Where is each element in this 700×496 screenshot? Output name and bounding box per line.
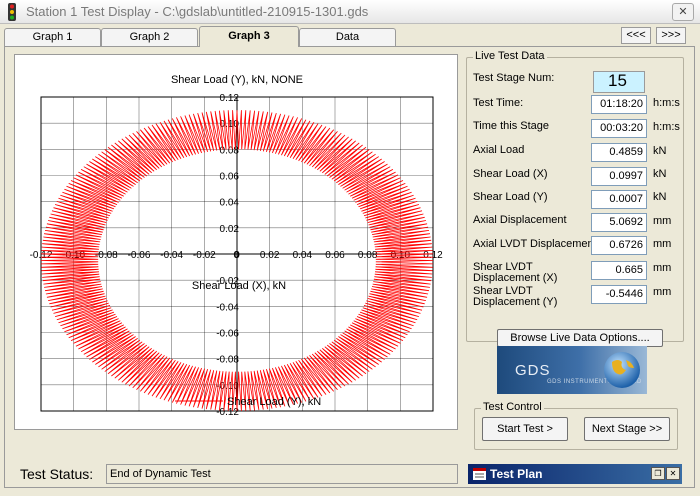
- shear-load-y-value: 0.0007: [591, 190, 647, 209]
- stage-time-unit: h:m:s: [653, 121, 680, 133]
- y-tick-label: -0.08: [216, 355, 239, 366]
- shear-load-x-value: 0.0997: [591, 167, 647, 186]
- tab-data[interactable]: Data: [299, 28, 396, 46]
- shear-load-y-label: Shear Load (Y): [473, 191, 548, 203]
- browse-live-data-options-button[interactable]: Browse Live Data Options....: [497, 329, 663, 347]
- test-plan-restore-button[interactable]: ❐: [651, 467, 665, 480]
- prev-tab-button[interactable]: <<<: [621, 27, 651, 44]
- tab-graph-2[interactable]: Graph 2: [101, 28, 198, 46]
- next-stage-button[interactable]: Next Stage >>: [584, 417, 670, 441]
- x-tick-label: 0.04: [293, 250, 313, 261]
- y-tick-label: 0.12: [220, 93, 240, 104]
- y-tick-label: 0: [233, 250, 239, 261]
- x-tick-label: 0.12: [423, 250, 443, 261]
- shear-lvdt-y-unit: mm: [653, 286, 672, 298]
- y-tick-label: -0.06: [216, 329, 239, 340]
- x-tick-label: 0.06: [325, 250, 345, 261]
- y-tick-label: 0.06: [220, 172, 240, 183]
- x-tick-label: -0.02: [193, 250, 216, 261]
- test-plan-icon: [473, 468, 486, 480]
- stage-time-value: 00:03:20: [591, 119, 647, 138]
- shear-lvdt-x-label: Shear LVDT Displacement (X): [473, 261, 558, 284]
- test-plan-close-button[interactable]: ✕: [666, 467, 680, 480]
- axial-load-value: 0.4859: [591, 143, 647, 162]
- test-status-field: End of Dynamic Test: [106, 464, 458, 484]
- test-plan-window[interactable]: Test Plan ❐ ✕: [468, 464, 682, 484]
- shear-lvdt-y-label: Shear LVDT Displacement (Y): [473, 285, 558, 308]
- test-status-label: Test Status:: [20, 466, 94, 482]
- chart-ticks: -0.120.12-0.100.10-0.080.08-0.060.06-0.0…: [30, 93, 444, 418]
- close-window-button[interactable]: ✕: [672, 3, 694, 21]
- axial-displacement-unit: mm: [653, 215, 672, 227]
- test-stage-value: 15: [593, 71, 645, 93]
- shear-load-chart: Shear Load (Y), kN, NONE -0.120.12-0.100…: [30, 74, 444, 418]
- x-tick-label: 0.02: [260, 250, 280, 261]
- shear-load-y-unit: kN: [653, 191, 667, 203]
- start-test-button[interactable]: Start Test >: [482, 417, 568, 441]
- shear-load-x-label: Shear Load (X): [473, 168, 548, 180]
- axial-lvdt-unit: mm: [653, 238, 672, 250]
- tab-graph-1[interactable]: Graph 1: [4, 28, 101, 46]
- shear-lvdt-x-unit: mm: [653, 262, 672, 274]
- x-tick-label: -0.06: [128, 250, 151, 261]
- graph-panel: Shear Load (Y), kN, NONE -0.12 0.12 -0.10 0…: [14, 54, 458, 430]
- axial-displacement-label: Axial Displacement: [473, 214, 567, 226]
- test-control-title: Test Control: [481, 401, 544, 413]
- x-axis-label: Shear Load (X), kN: [192, 280, 286, 292]
- window-title: Station 1 Test Display - C:\gdslab\untit…: [26, 4, 369, 19]
- shear-lvdt-x-value: 0.665: [591, 261, 647, 280]
- test-time-value: 01:18:20: [591, 95, 647, 114]
- test-time-label: Test Time:: [473, 97, 524, 109]
- test-stage-label: Test Stage Num:: [473, 72, 555, 84]
- test-plan-title: Test Plan: [490, 467, 543, 481]
- y-tick-label: 0.04: [220, 198, 240, 209]
- logo-text: GDS: [515, 362, 551, 379]
- chart-title: Shear Load (Y), kN, NONE: [171, 74, 303, 86]
- axial-displacement-value: 5.0692: [591, 213, 647, 232]
- stage-time-label: Time this Stage: [473, 120, 550, 132]
- shear-load-x-unit: kN: [653, 168, 667, 180]
- y-tick-label: -0.04: [216, 302, 239, 313]
- title-bar: Station 1 Test Display - C:\gdslab\untit…: [0, 0, 700, 24]
- legend-label: Shear Load (Y), kN: [227, 396, 321, 408]
- axial-lvdt-label: Axial LVDT Displacement: [473, 238, 597, 250]
- shear-lvdt-y-value: -0.5446: [591, 285, 647, 304]
- x-tick-label: -0.04: [160, 250, 183, 261]
- live-test-data-title: Live Test Data: [473, 50, 547, 62]
- test-time-unit: h:m:s: [653, 97, 680, 109]
- traffic-light-icon: [8, 3, 16, 21]
- gds-logo: GDS GDS INSTRUMENTS LIMITED: [497, 346, 647, 394]
- y-tick-label: 0.02: [220, 224, 240, 235]
- axial-lvdt-value: 0.6726: [591, 236, 647, 255]
- axial-load-label: Axial Load: [473, 144, 525, 156]
- axial-load-unit: kN: [653, 145, 667, 157]
- x-tick-label: -0.12: [30, 250, 53, 261]
- next-tab-button[interactable]: >>>: [656, 27, 686, 44]
- x-tick-label: 0.08: [358, 250, 378, 261]
- globe-icon: [604, 352, 640, 388]
- tab-graph-3[interactable]: Graph 3: [199, 26, 299, 47]
